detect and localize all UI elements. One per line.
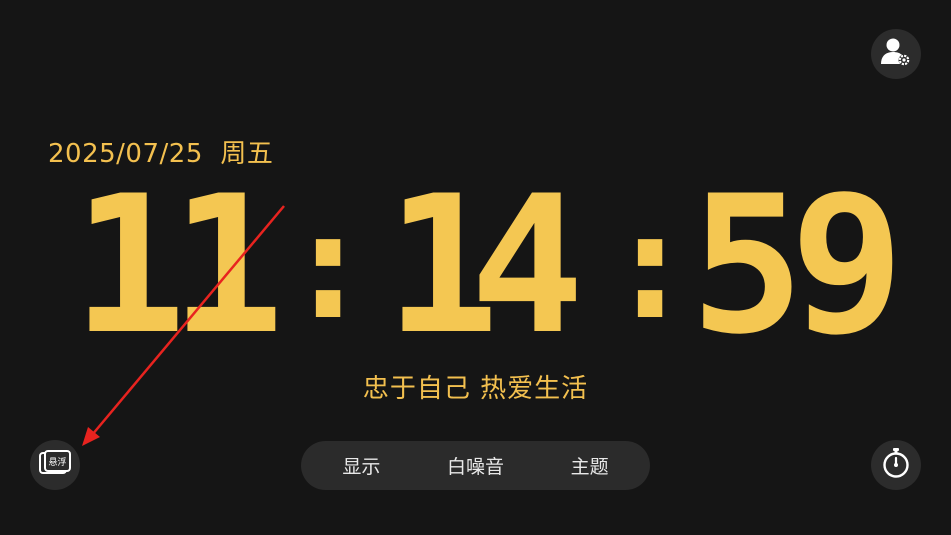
bottom-tab-bar: 显示 白噪音 主题 [301,441,650,490]
slogan-text: 忠于自己 热爱生活 [362,374,589,404]
minute-digit-1: 1 [385,155,500,376]
colon-separator-2: : [605,179,696,353]
colon-separator-1: : [283,179,374,353]
tab-theme[interactable]: 主题 [557,444,623,487]
stopwatch-icon [881,447,911,483]
floating-window-button[interactable]: 悬浮 [30,440,80,490]
second-digit-2: 9 [790,155,905,376]
hour-digit-1: 1 [72,155,187,376]
clock-screen: 2025/07/25 周五 1 1 : 1 4 : 5 9 忠于自己 热爱生活 … [0,0,951,535]
stopwatch-button[interactable] [871,440,921,490]
second-digit-1: 5 [690,155,805,376]
hour-digit-2: 1 [170,155,285,376]
tab-white-noise[interactable]: 白噪音 [433,444,518,487]
tab-display[interactable]: 显示 [328,444,394,487]
floating-window-icon-text: 悬浮 [48,456,66,468]
floating-window-icon: 悬浮 [38,449,72,481]
minute-digit-2: 4 [470,155,585,376]
